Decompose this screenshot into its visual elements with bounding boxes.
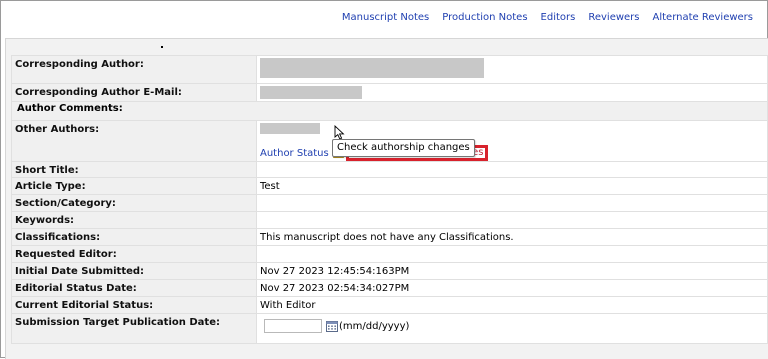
author-comments-label: Author Comments: [11,101,768,121]
table-row: Corresponding Author: [11,55,768,84]
corresponding-author-label: Corresponding Author: [11,55,257,84]
calendar-icon[interactable] [326,320,338,332]
table-row: Author Comments: [11,101,768,121]
manuscript-notes-link[interactable]: Manuscript Notes [342,12,429,23]
table-row: Current Editorial Status: With Editor [11,296,768,314]
current-status-value: With Editor [256,296,768,314]
bullet-dot [161,46,163,48]
article-type-label: Article Type: [11,177,257,195]
short-title-label: Short Title: [11,161,257,178]
editorial-status-date-value: Nov 27 2023 02:54:34:027PM [256,279,768,297]
table-row: Keywords: [11,211,768,229]
requested-editor-label: Requested Editor: [11,245,257,263]
editorial-status-date-label: Editorial Status Date: [11,279,257,297]
target-date-value: (mm/dd/yyyy) [256,313,768,344]
details-panel: Corresponding Author: Corresponding Auth… [5,38,768,359]
table-row: Requested Editor: [11,245,768,263]
short-title-value [256,161,768,178]
reviewers-link[interactable]: Reviewers [588,12,639,23]
keywords-label: Keywords: [11,211,257,229]
initial-date-label: Initial Date Submitted: [11,262,257,280]
editors-link[interactable]: Editors [541,12,576,23]
redacted-author-name [260,58,484,78]
requested-editor-value [256,245,768,263]
redacted-email [260,86,362,99]
corresponding-author-value [256,55,768,84]
corresponding-email-label: Corresponding Author E-Mail: [11,83,257,102]
alternate-reviewers-link[interactable]: Alternate Reviewers [653,12,754,23]
table-row: Article Type: Test [11,177,768,195]
target-date-control: (mm/dd/yyyy) [260,316,764,333]
other-authors-label: Other Authors: [11,120,257,162]
target-date-input[interactable] [264,319,322,333]
date-format-hint: (mm/dd/yyyy) [339,321,410,332]
classifications-label: Classifications: [11,228,257,246]
initial-date-value: Nov 27 2023 12:45:54:163PM [256,262,768,280]
section-category-label: Section/Category: [11,194,257,212]
table-row: Initial Date Submitted: Nov 27 2023 12:4… [11,262,768,280]
table-row: Submission Target Publication Date: (mm/… [11,313,768,344]
classifications-value: This manuscript does not have any Classi… [256,228,768,246]
table-row: Short Title: [11,161,768,178]
manuscript-details-table: Corresponding Author: Corresponding Auth… [11,55,768,344]
top-navigation: Manuscript Notes Production Notes Editor… [1,1,767,33]
current-status-label: Current Editorial Status: [11,296,257,314]
keywords-value [256,211,768,229]
table-row: Classifications: This manuscript does no… [11,228,768,246]
corresponding-email-value [256,83,768,102]
redacted-other-authors [260,123,320,134]
section-category-value [256,194,768,212]
article-type-value: Test [256,177,768,195]
tooltip: Check authorship changes [332,139,475,157]
manuscript-details-window: Manuscript Notes Production Notes Editor… [0,0,768,359]
table-row: Section/Category: [11,194,768,212]
table-row: Corresponding Author E-Mail: [11,83,768,102]
target-date-label: Submission Target Publication Date: [11,313,257,344]
table-row: Editorial Status Date: Nov 27 2023 02:54… [11,279,768,297]
production-notes-link[interactable]: Production Notes [442,12,527,23]
author-status-link[interactable]: Author Status [260,147,329,160]
